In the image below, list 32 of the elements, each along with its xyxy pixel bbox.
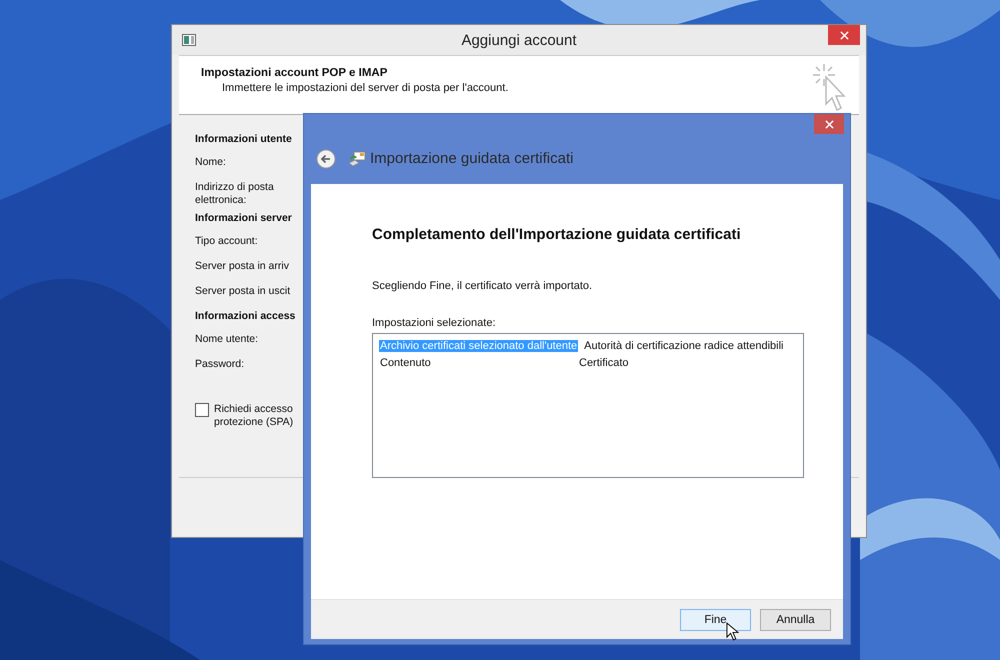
section-heading: Informazioni server [195,212,292,226]
field-label: Server posta in arriv [195,260,289,274]
mouse-pointer-icon [726,622,739,641]
dialog-button[interactable]: Annulla [760,608,831,630]
certificate-icon [348,150,366,166]
setting-name[interactable]: Contenuto [379,356,579,368]
field-label: Tipo account: [195,235,258,249]
dialog-button[interactable]: Fine [680,608,751,630]
window-icon [182,34,196,46]
setting-value: Certificato [579,356,629,368]
checkbox-label: Richiedi accesso protezione (SPA) [214,403,294,429]
list-label: Impostazioni selezionate: [372,317,496,329]
message-text: Scegliendo Fine, il certificato verrà importato. [372,280,592,292]
setting-value: Autorità di certificazione radice attendibili [584,340,784,352]
close-button[interactable] [814,114,844,134]
checkbox[interactable] [195,403,209,417]
field-label: Password: [195,358,244,372]
back-icon[interactable] [316,148,336,168]
header-title: Impostazioni account POP e IMAP [201,67,388,79]
field-label: Nome: [195,156,226,170]
header-subtitle: Immettere le impostazioni del server di posta per l'account. [221,82,508,94]
close-icon [824,120,834,128]
field-label: Indirizzo di posta elettronica: [195,181,275,208]
window-title: Aggiungi account [461,32,577,49]
close-icon [840,30,848,40]
wizard-title: Importazione guidata certificati [370,150,574,167]
close-button[interactable] [828,25,860,45]
page-heading: Completamento dell'Importazione guidata certificati [372,226,741,243]
section-heading: Informazioni utente [195,133,292,147]
section-heading: Informazioni access [195,310,296,324]
field-label: Nome utente: [195,333,258,347]
field-label: Server posta in uscit [195,285,290,299]
